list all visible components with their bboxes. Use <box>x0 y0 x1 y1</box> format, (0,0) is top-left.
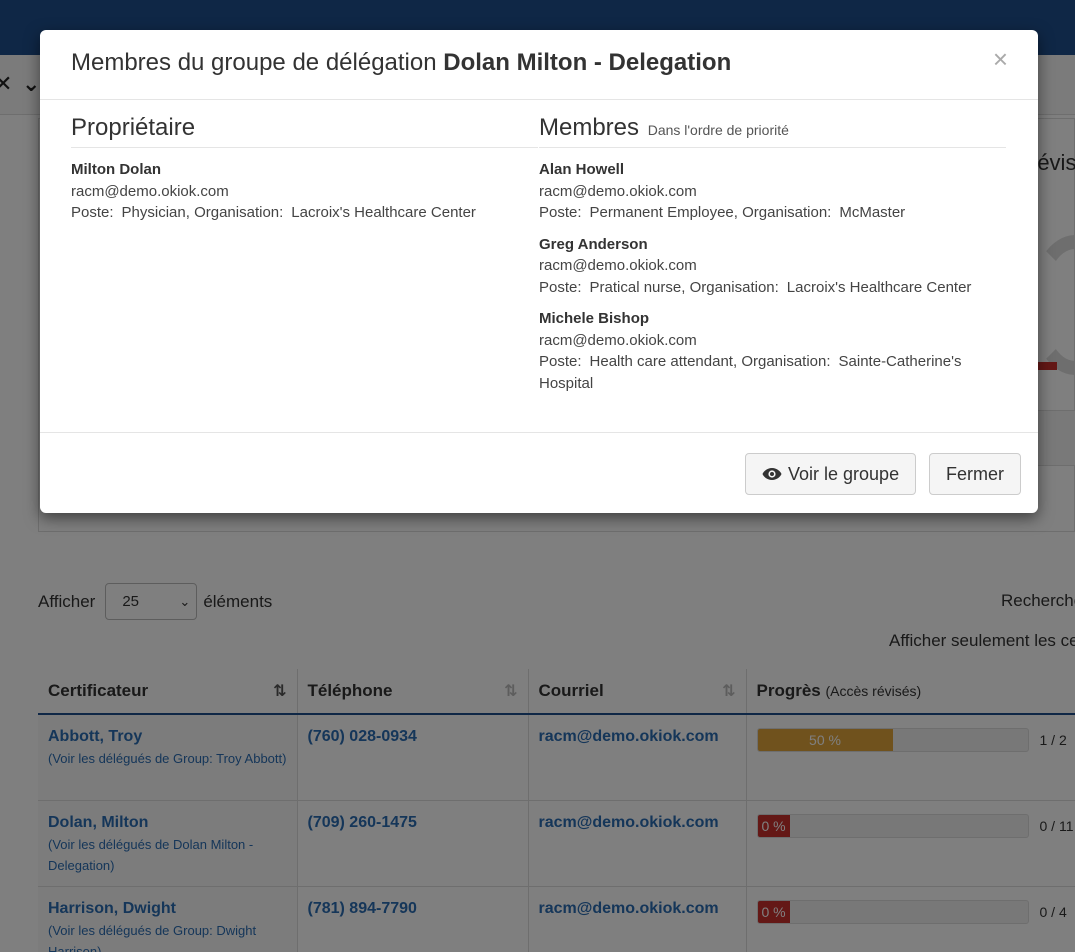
member-details: Poste: Pratical nurse, Organisation: Lacro… <box>539 277 1006 299</box>
modal-header: Membres du groupe de délégation Dolan Mi… <box>40 30 1038 100</box>
member-card: Alan Howell racm@demo.okiok.com Poste: Perm… <box>539 159 1006 224</box>
poste-value: Physician, <box>121 204 190 221</box>
poste-value: Pratical nurse, <box>589 278 686 296</box>
owner-column: Propriétaire Milton Dolan racm@demo.okio… <box>71 114 538 224</box>
view-group-button[interactable]: Voir le groupe <box>745 453 917 495</box>
members-heading: Membres Dans l'ordre de priorité <box>539 114 1006 148</box>
modal-title: Membres du groupe de délégation Dolan Mi… <box>71 49 731 77</box>
member-email: racm@demo.okiok.com <box>539 331 697 349</box>
members-subheading: Dans l'ordre de priorité <box>647 122 789 138</box>
org-label: Organisation: <box>194 204 284 221</box>
members-list: Alan Howell racm@demo.okiok.com Poste: Perm… <box>539 159 1006 394</box>
member-name: Michele Bishop <box>539 310 650 327</box>
member-email: racm@demo.okiok.com <box>539 257 697 274</box>
owner-details: Poste: Physician, Organisation: Lacroix's … <box>71 202 538 224</box>
poste-label: Poste: <box>539 353 582 370</box>
poste-value: Permanent Employee, <box>589 204 738 221</box>
member-email: racm@demo.okiok.com <box>539 182 697 200</box>
member-name: Greg Anderson <box>539 235 648 253</box>
close-button[interactable]: Fermer <box>929 453 1021 495</box>
member-details: Poste: Health care attendant, Organisatio… <box>539 351 1006 394</box>
member-details: Poste: Permanent Employee, Organisation: M… <box>539 202 1006 224</box>
eye-icon <box>762 468 782 480</box>
owner-card: Milton Dolan racm@demo.okiok.com Poste: P… <box>71 159 538 224</box>
member-card: Michele Bishop racm@demo.okiok.com Poste: H… <box>539 308 1006 394</box>
org-value: McMaster <box>839 204 906 221</box>
members-heading-text: Membres <box>539 114 640 141</box>
poste-label: Poste: <box>539 204 582 221</box>
org-value: Lacroix's Healthcare Center <box>786 278 972 296</box>
owner-email: racm@demo.okiok.com <box>71 182 229 200</box>
org-value: Lacroix's Healthcare Center <box>291 204 476 221</box>
poste-label: Poste: <box>71 204 114 221</box>
poste-label: Poste: <box>539 278 582 296</box>
modal-footer: Voir le groupe Fermer <box>40 432 1038 513</box>
owner-name: Milton Dolan <box>71 161 161 178</box>
poste-value: Health care attendant, <box>589 353 738 370</box>
org-label: Organisation: <box>742 204 832 221</box>
org-label: Organisation: <box>741 353 831 370</box>
close-icon[interactable]: × <box>993 46 1008 72</box>
member-card: Greg Anderson racm@demo.okiok.com Poste: Pr… <box>539 234 1006 299</box>
delegation-members-modal: Membres du groupe de délégation Dolan Mi… <box>40 30 1038 513</box>
owner-heading: Propriétaire <box>71 114 538 148</box>
org-label: Organisation: <box>689 278 779 296</box>
view-group-label: Voir le groupe <box>788 463 900 484</box>
modal-title-prefix: Membres du groupe de délégation <box>71 49 437 76</box>
member-name: Alan Howell <box>539 161 625 178</box>
modal-title-group: Dolan Milton - Delegation <box>443 49 732 76</box>
modal-body: Propriétaire Milton Dolan racm@demo.okio… <box>71 114 1007 432</box>
members-column: Membres Dans l'ordre de priorité Alan Ho… <box>539 114 1006 394</box>
